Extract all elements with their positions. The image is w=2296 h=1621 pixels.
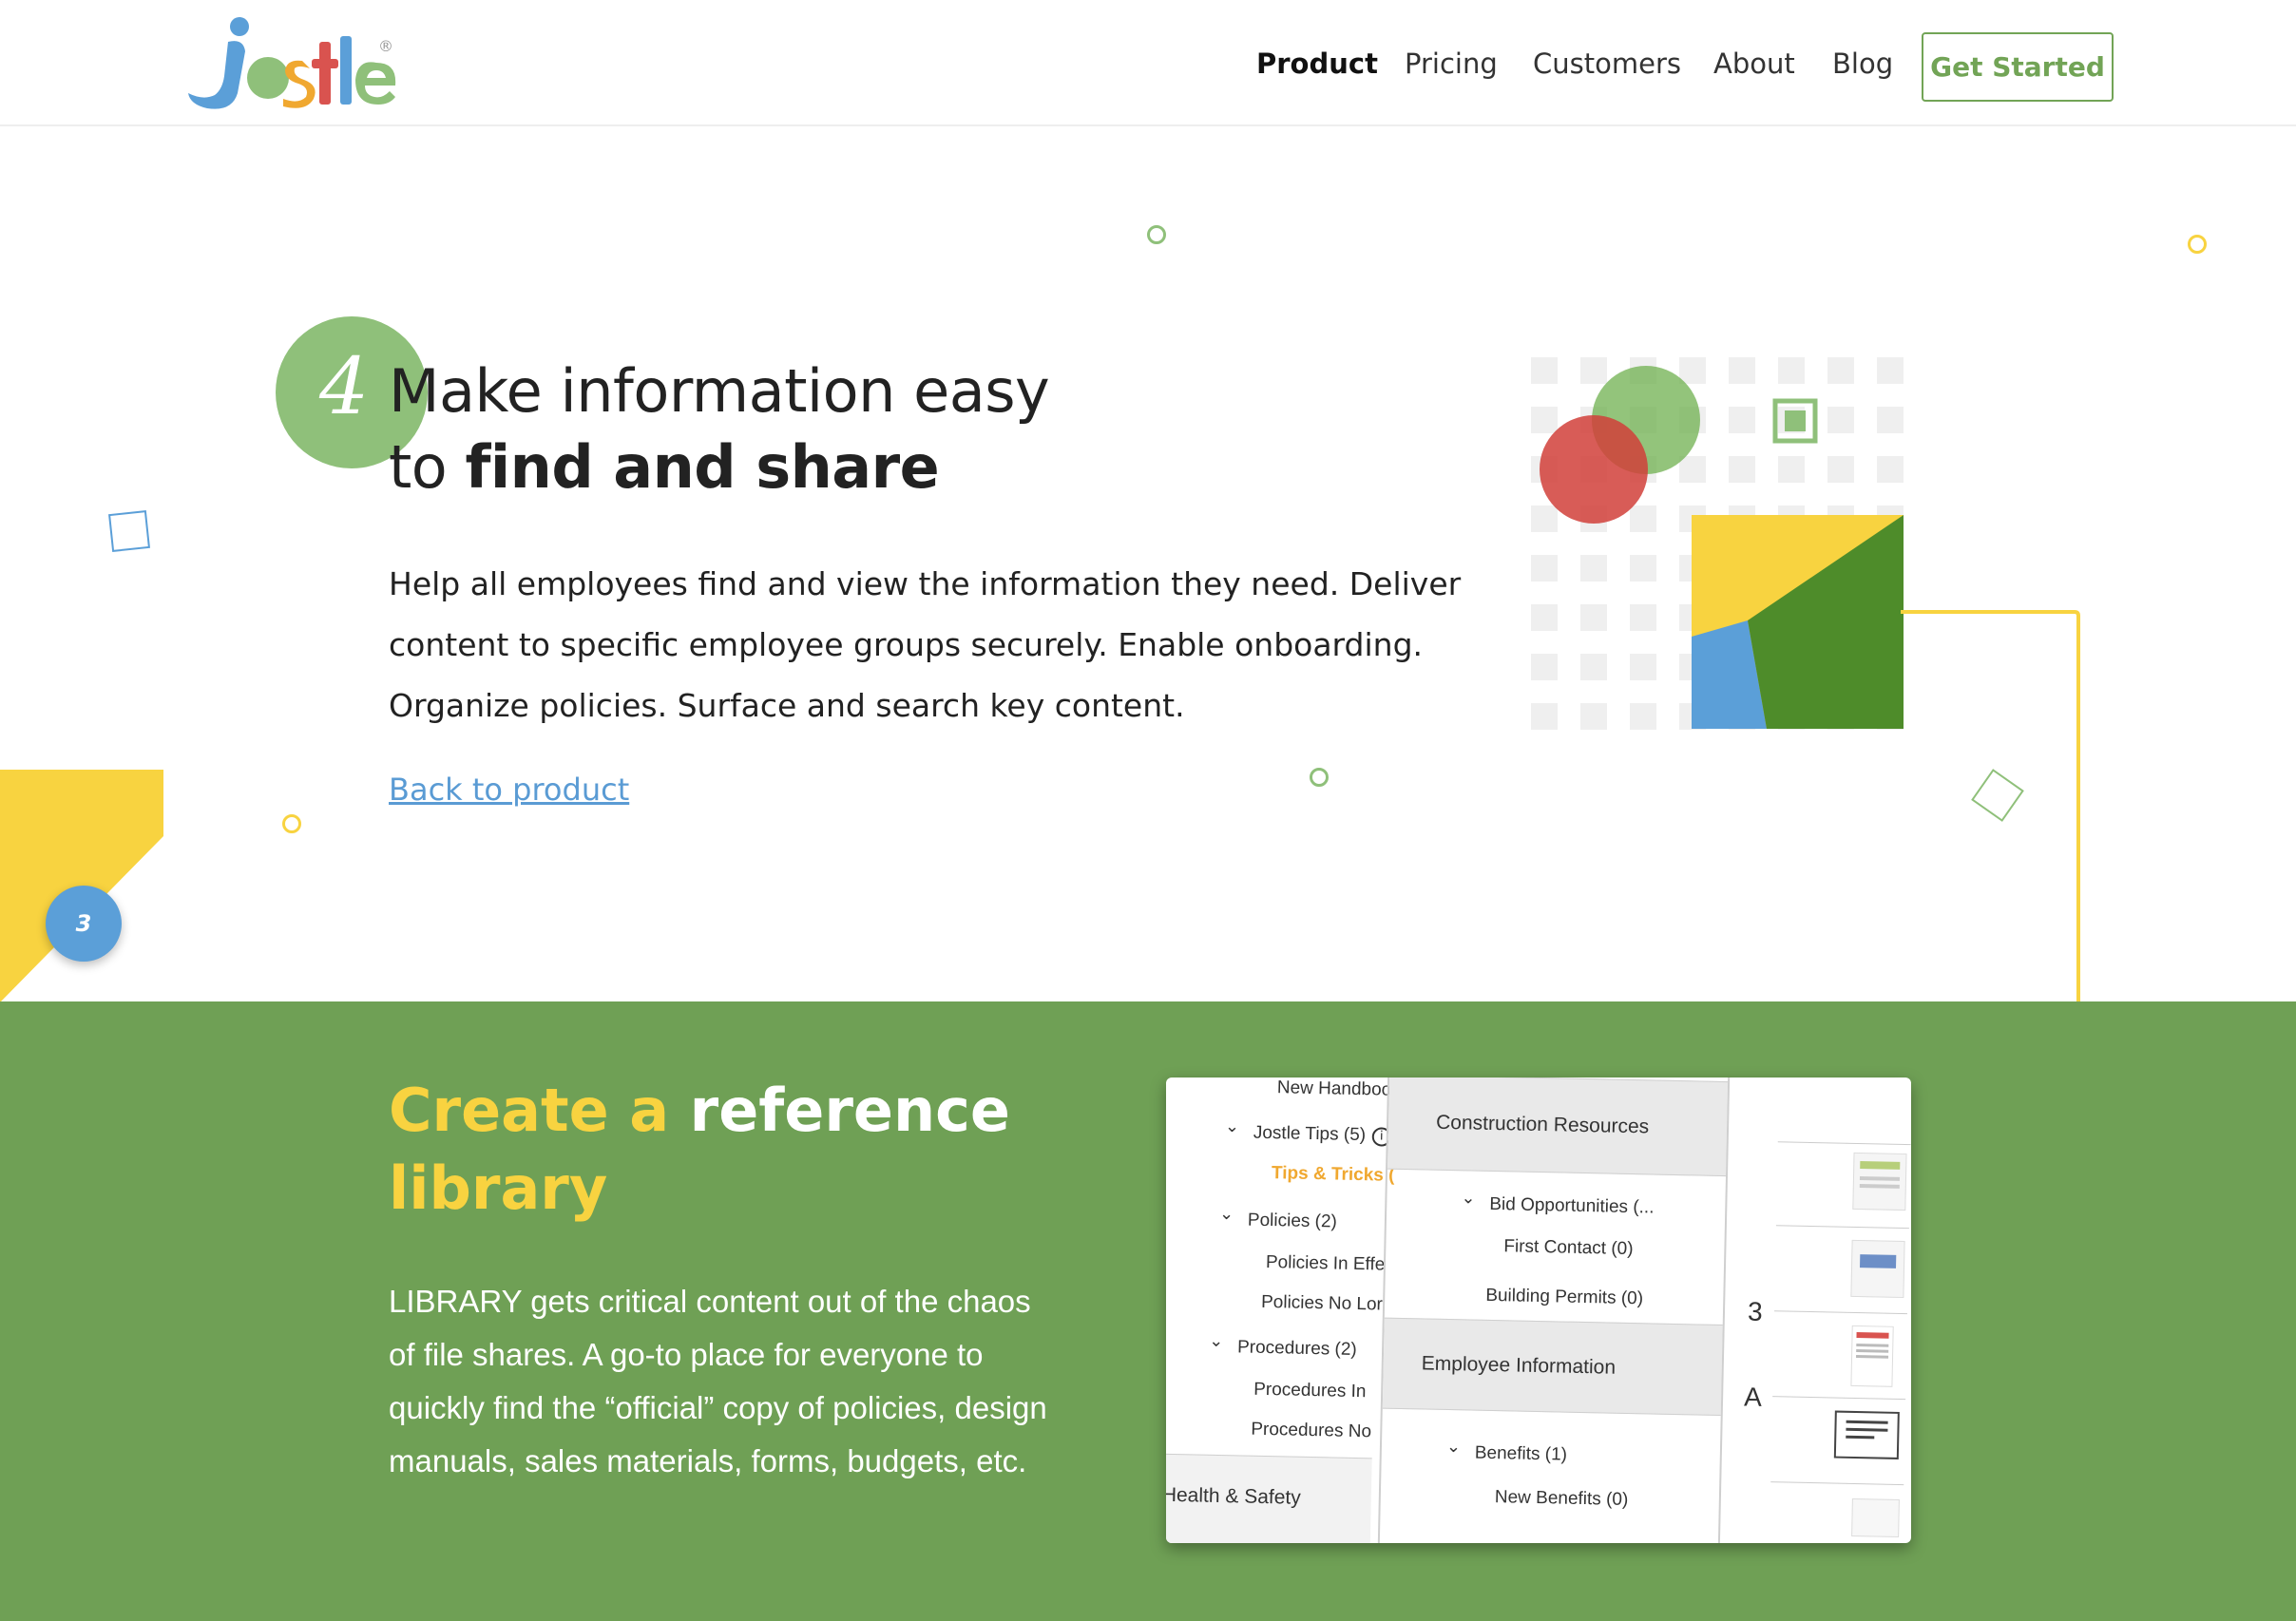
get-started-button[interactable]: Get Started [1922,32,2114,102]
grid-dot [1630,505,1656,532]
document-thumbnail[interactable] [1850,1325,1894,1387]
section-header-label[interactable]: Employee Information [1422,1352,1617,1379]
grid-dot [1729,407,1755,433]
grid-dot [1729,456,1755,483]
document-thumbnail[interactable] [1851,1497,1900,1537]
hero-title-prefix: to [389,432,466,502]
grid-dot [1827,407,1854,433]
feature-illustration [1531,357,1904,730]
back-to-product-link[interactable]: Back to product [389,772,629,808]
chevron-down-icon[interactable]: ⌄ [1219,1204,1234,1224]
jostle-logo[interactable]: ® [181,13,399,118]
step-number: 4 [319,342,370,432]
tree-item[interactable]: Building Permits (0) [1485,1286,1643,1309]
nav-blog[interactable]: Blog [1832,48,1893,80]
hero-title-line1: Make information easy [389,356,1050,426]
section-header-label[interactable]: Health & Safety [1166,1484,1301,1510]
tree-item[interactable]: Procedures (2) [1237,1337,1357,1361]
grid-dot [1531,703,1558,730]
nav-about[interactable]: About [1713,48,1795,80]
library-app-screenshot: New Handboo ⌄ Jostle Tips (5) i Tips & T… [1166,1077,1911,1543]
tree-item[interactable]: Jostle Tips (5) [1253,1123,1367,1146]
grid-dot [1778,357,1805,384]
nav-customers[interactable]: Customers [1533,48,1681,80]
chevron-down-icon[interactable]: ⌄ [1461,1188,1476,1208]
tree-item[interactable]: Policies No Lor [1261,1292,1383,1316]
decor-square-blue [108,510,150,552]
tree-item[interactable]: First Contact (0) [1503,1236,1634,1260]
tree-item[interactable]: Bid Opportunities (... [1489,1194,1655,1219]
decor-ring-yellow [2188,235,2207,254]
grid-dot [1778,456,1805,483]
library-title-yellow: Create a [389,1076,690,1145]
document-thumbnail[interactable] [1852,1152,1907,1211]
tree-item-selected[interactable]: Tips & Tricks ( [1272,1163,1395,1187]
grid-dot [1531,505,1558,532]
grid-dot [1531,407,1558,433]
grid-dot [1679,456,1706,483]
chevron-down-icon[interactable]: ⌄ [1209,1331,1224,1351]
library-title-white: reference [689,1076,1010,1145]
grid-dot [1580,357,1607,384]
decor-ring-green-2 [1310,768,1329,787]
library-title: Create a reference library [389,1072,1010,1228]
decor-ring-yellow-2 [282,814,301,833]
decor-yellow-line [1901,610,2080,1007]
grid-dot [1531,604,1558,631]
grid-dot [1827,456,1854,483]
previous-step-badge[interactable]: 3 [46,886,122,962]
grid-dot [1531,654,1558,680]
grid-dot [1877,407,1904,433]
alpha-index-label: 3 [1747,1296,1763,1326]
chevron-down-icon[interactable]: ⌄ [1225,1116,1240,1136]
hero-title-bold: find and share [465,432,940,502]
section-header-label[interactable]: Construction Resources [1436,1112,1650,1139]
grid-dot [1877,456,1904,483]
hero-title-line2: to find and share [389,429,1049,505]
grid-dot [1531,555,1558,582]
library-section [0,1001,2296,1621]
document-icon[interactable] [1833,1410,1900,1459]
nav-pricing[interactable]: Pricing [1405,48,1498,80]
nav-product[interactable]: Product [1256,48,1378,80]
grid-dot [1580,654,1607,680]
grid-dot [1580,604,1607,631]
grid-dot [1827,357,1854,384]
decor-ring-green [1147,225,1166,244]
library-description: LIBRARY gets critical content out of the… [389,1284,1047,1478]
grid-dot [1580,703,1607,730]
tree-item[interactable]: Procedures In [1253,1380,1367,1402]
grid-dot [1630,555,1656,582]
tree-item[interactable]: Procedures No [1251,1420,1371,1443]
document-thumbnail[interactable] [1850,1239,1905,1299]
grid-dot [1877,357,1904,384]
grid-dot [1729,357,1755,384]
registered-mark: ® [378,37,393,55]
hero-title: Make information easy to find and share [389,353,1050,505]
tree-item[interactable]: New Handboo [1277,1077,1392,1101]
alpha-index-label: A [1743,1382,1763,1412]
hero-description: Help all employees find and view the inf… [389,565,1462,724]
grid-dot [1531,357,1558,384]
tree-item[interactable]: Policies In Effe [1266,1252,1386,1276]
tree-item[interactable]: New Benefits (0) [1495,1487,1629,1511]
tree-item[interactable]: Policies (2) [1248,1211,1337,1233]
grid-dot [1679,357,1706,384]
grid-dot [1580,555,1607,582]
tree-item[interactable]: Benefits (1) [1475,1443,1568,1466]
library-title-line2: library [389,1154,608,1223]
chevron-down-icon[interactable]: ⌄ [1446,1437,1462,1457]
grid-dot [1630,703,1656,730]
grid-dot [1630,604,1656,631]
site-header: ® Product Pricing Customers About Blog G… [0,0,2296,126]
grid-dot [1630,654,1656,680]
